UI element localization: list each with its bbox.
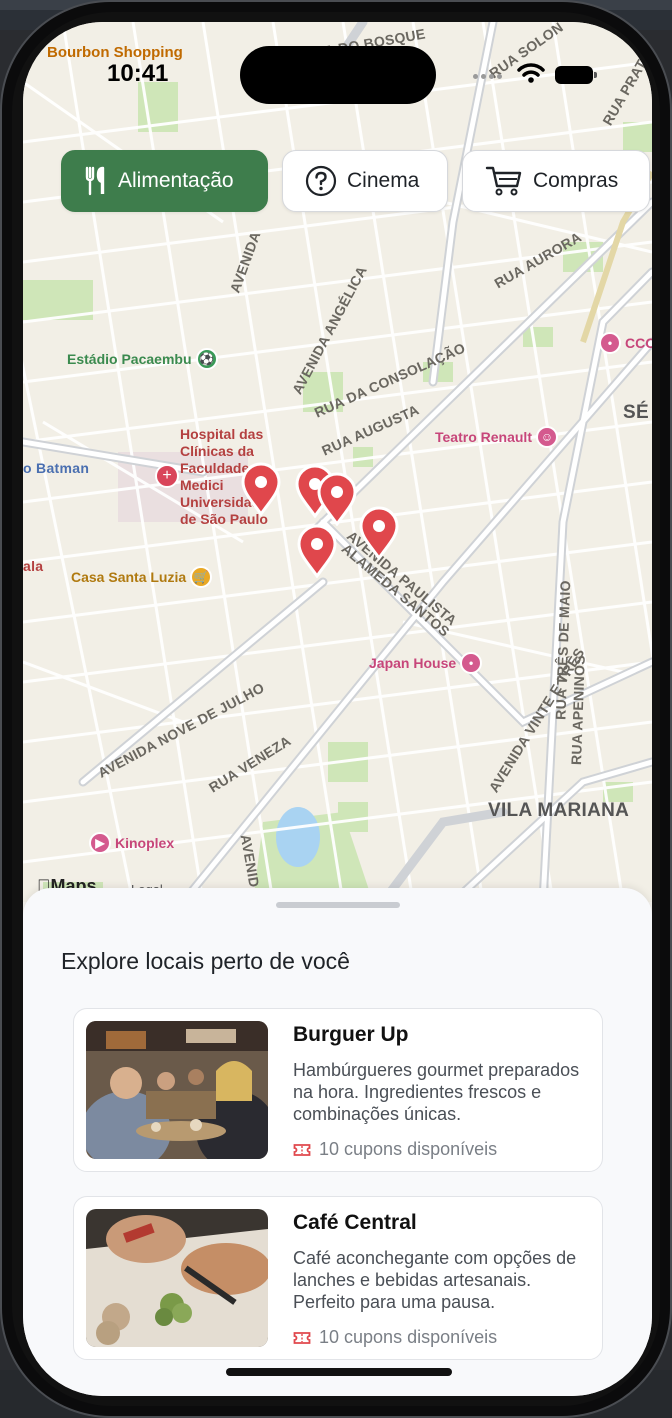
poi-batman[interactable]: o Batman: [23, 460, 89, 476]
cart-icon: [485, 166, 522, 196]
app-screen: RUA DO BOSQUE RUA SOLON RUA PRATES RUA A…: [23, 22, 652, 1396]
poi-casa-santa-luzia[interactable]: Casa Santa Luzia 🛒: [71, 566, 213, 588]
place-card[interactable]: Café Central Café aconchegante com opçõe…: [73, 1196, 603, 1360]
sheet-title: Explore locais perto de você: [61, 948, 350, 974]
filter-chip-cinema[interactable]: Cinema: [282, 150, 448, 212]
museum-icon: •: [460, 652, 483, 674]
fork-knife-icon: [85, 166, 105, 196]
location-pin-icon[interactable]: [239, 462, 283, 516]
place-name: Café Central: [293, 1211, 417, 1234]
district-label: SÉ: [623, 402, 649, 423]
place-photo: [86, 1209, 268, 1347]
places-bottom-sheet[interactable]: Explore locais perto de você Burguer Up …: [23, 888, 652, 1396]
museum-icon: •: [599, 332, 621, 354]
location-pin-icon[interactable]: [357, 506, 401, 560]
place-card[interactable]: Burguer Up Hambúrgueres gourmet preparad…: [73, 1008, 603, 1172]
location-pin-icon[interactable]: [315, 472, 359, 526]
status-time: 10:41: [107, 60, 169, 87]
battery-icon: [555, 66, 597, 84]
filter-chip-alimentacao[interactable]: Alimentação: [61, 150, 268, 212]
poi-estadio-pacaembu[interactable]: Estádio Pacaembu ⚽: [67, 348, 218, 370]
poi-teatro-renault[interactable]: Teatro Renault ☺: [435, 426, 558, 448]
place-photo: [86, 1021, 268, 1159]
home-indicator[interactable]: [226, 1368, 452, 1376]
filter-chip-compras[interactable]: Compras: [462, 150, 650, 212]
stadium-icon: ⚽: [195, 348, 218, 370]
place-description: Hambúrgueres gourmet preparados na hora.…: [293, 1060, 580, 1124]
question-circle-icon: [305, 165, 337, 197]
place-name: Burguer Up: [293, 1023, 409, 1046]
category-filter-bar: Alimentação Cinema Compras: [61, 150, 650, 212]
poi-japan-house[interactable]: Japan House •: [369, 652, 483, 674]
poi-ccc[interactable]: • CCC: [599, 332, 652, 354]
coupon-count: 10 cupons disponíveis: [293, 1327, 497, 1348]
poi-kinoplex[interactable]: ▶ Kinoplex: [89, 832, 174, 854]
theater-icon: ☺: [535, 426, 558, 448]
location-pin-icon[interactable]: [295, 524, 339, 578]
sheet-grabber[interactable]: [276, 902, 400, 908]
coupon-count: 10 cupons disponíveis: [293, 1139, 497, 1160]
hospital-icon: +: [155, 464, 179, 488]
cellular-signal-icon: [473, 74, 502, 79]
cinema-icon: ▶: [89, 832, 111, 854]
district-label: VILA MARIANA: [488, 800, 630, 821]
place-description: Café aconchegante com opções de lanches …: [293, 1248, 577, 1312]
status-bar: 10:41: [23, 22, 652, 104]
poi-partial: ala: [23, 558, 44, 574]
filter-chip-label: Alimentação: [118, 169, 234, 192]
shop-icon: 🛒: [190, 566, 213, 588]
filter-chip-label: Compras: [533, 169, 619, 192]
filter-chip-label: Cinema: [347, 169, 420, 192]
wifi-icon: [517, 63, 545, 83]
ticket-icon: [293, 1331, 311, 1344]
dynamic-island: [240, 46, 436, 104]
ticket-icon: [293, 1143, 311, 1156]
